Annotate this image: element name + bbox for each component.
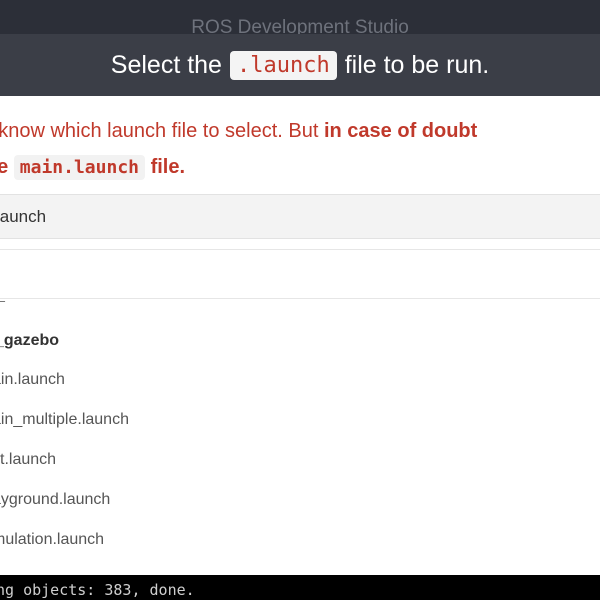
list-item[interactable]: st.launch [0,451,56,469]
warning-emphasis-prefix: t the [0,156,9,178]
list-item-cut[interactable]: _ [0,298,5,304]
warning-emphasis: in case of doubt [323,120,478,142]
warning-line-2: t the main.launch file. [0,149,600,186]
search-input[interactable] [10,250,594,296]
package-group-header: _gazebo [0,332,60,349]
modal-header: Select the .launch file to be run. [0,34,600,96]
warning-code: main.launch [13,155,145,180]
launch-file-list: _ _gazebo ain.launch ain_multiple.launch… [0,298,600,575]
warning-message: ust know which launch file to select. Bu… [0,113,600,186]
launch-file-modal: Select the .launch file to be run. ust k… [0,34,600,575]
list-item[interactable]: mulation.launch [0,531,104,549]
list-item[interactable]: ain.launch [0,371,65,389]
app-title: ROS Development Studio [0,0,600,34]
modal-header-prefix: Select the [110,50,222,79]
terminal-output: ng objects: 383, done. [0,575,600,600]
warning-line-1: ust know which launch file to select. Bu… [0,113,600,149]
modal-header-code: .launch [229,50,337,80]
selected-file-value: launch [0,207,47,226]
list-item[interactable]: ain_multiple.launch [0,411,129,429]
list-item[interactable]: ayground.launch [0,491,110,509]
terminal-line: ng objects: 383, done. [0,581,195,599]
selected-file-field[interactable]: launch [0,194,600,239]
warning-text: ust know which launch file to select. Bu… [0,120,319,142]
search-row [0,249,600,299]
app-title-text: ROS Development Studio [191,17,409,34]
modal-header-suffix: file to be run. [344,50,490,79]
warning-emphasis-suffix: file. [150,156,186,178]
